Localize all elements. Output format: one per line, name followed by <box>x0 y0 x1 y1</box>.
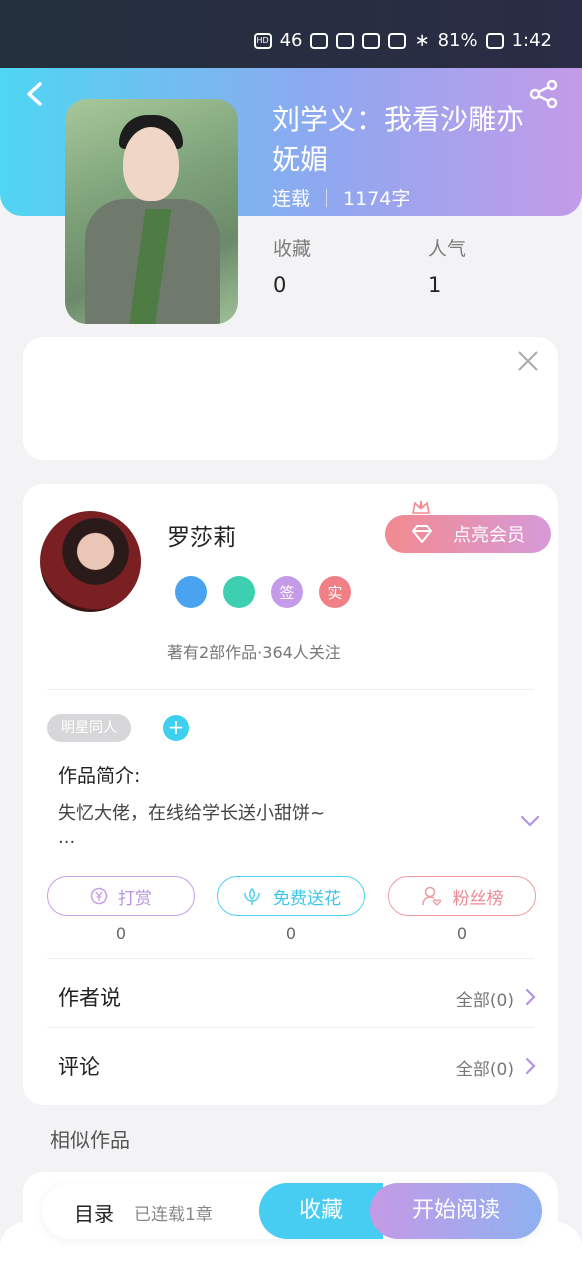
vip-button[interactable]: 点亮会员 <box>385 500 551 553</box>
intro-text: 失忆大佬，在线给学长送小甜饼~ <box>58 803 326 824</box>
divider <box>47 689 534 690</box>
stat-favorites: 收藏 0 <box>273 234 311 297</box>
comments-title: 评论 <box>58 1055 100 1079</box>
eye-icon <box>336 32 355 49</box>
toc-button[interactable]: 目录 <box>74 1198 114 1227</box>
stat-label: 人气 <box>428 238 467 260</box>
author-badges: 签 实 <box>175 576 351 608</box>
book-cover[interactable] <box>65 99 238 324</box>
author-notes-title: 作者说 <box>58 986 121 1010</box>
diamond-icon <box>412 525 432 543</box>
phone-badge-icon <box>175 576 207 608</box>
back-icon[interactable] <box>20 78 50 110</box>
crown-icon <box>412 500 430 514</box>
signal-icon <box>310 32 329 49</box>
network-indicator: 46 <box>279 30 303 51</box>
vip-label: 点亮会员 <box>453 525 525 546</box>
signed-badge: 签 <box>271 576 303 608</box>
battery-percent: 81% <box>437 30 478 51</box>
stat-value: 1 <box>428 273 442 297</box>
book-meta: 连载 1174字 <box>272 184 410 211</box>
yuan-icon <box>90 887 108 905</box>
intro-title: 作品简介: <box>58 765 141 787</box>
stat-value: 0 <box>273 273 287 297</box>
chapter-count: 已连载1章 <box>134 1205 213 1225</box>
book-title: 刘学义：我看沙雕亦妩媚 <box>272 103 525 176</box>
stat-popularity: 人气 1 <box>428 234 466 297</box>
chevron-down-icon[interactable] <box>520 814 540 828</box>
verified-badge: 实 <box>319 576 351 608</box>
clock: 1:42 <box>511 30 552 51</box>
author-summary: 著有2部作品·364人关注 <box>167 643 341 662</box>
add-tag-button[interactable]: + <box>163 715 189 741</box>
chevron-right-icon <box>525 1057 536 1075</box>
tip-label: 打赏 <box>118 888 152 909</box>
divider <box>47 958 534 959</box>
share-icon[interactable] <box>528 78 560 110</box>
status-bar: HD 46 ∗ 81% 1:42 <box>0 0 582 68</box>
fan-icon <box>421 886 441 906</box>
close-icon[interactable] <box>516 349 540 373</box>
meta-divider <box>326 188 328 207</box>
genre-tag[interactable]: 明星同人 <box>47 714 131 742</box>
status-icons: HD 46 ∗ 81% 1:42 <box>253 30 552 51</box>
handshake-badge-icon <box>223 576 255 608</box>
comments-all[interactable]: 全部(0) <box>456 1055 514 1080</box>
tip-button[interactable]: 打赏 <box>47 876 195 916</box>
word-count: 1174字 <box>343 188 411 210</box>
bluetooth-icon: ∗ <box>414 30 430 51</box>
author-notes-all[interactable]: 全部(0) <box>456 986 514 1011</box>
intro-ellipsis: ... <box>58 827 76 848</box>
similar-works-title: 相似作品 <box>50 1128 130 1152</box>
divider <box>47 1027 534 1028</box>
alarm-icon <box>388 32 407 49</box>
stat-label: 收藏 <box>273 238 312 260</box>
author-notes-row[interactable]: 作者说 全部(0) <box>23 964 558 1032</box>
author-avatar[interactable] <box>40 511 141 612</box>
comments-row[interactable]: 评论 全部(0) <box>23 1033 558 1101</box>
send-flower-label: 免费送花 <box>273 888 341 909</box>
start-reading-button[interactable]: 开始阅读 <box>370 1183 542 1239</box>
battery-icon <box>485 32 504 49</box>
nfc-icon <box>362 32 381 49</box>
author-name[interactable]: 罗莎莉 <box>167 518 236 552</box>
favorite-button[interactable]: 收藏 <box>259 1183 383 1239</box>
ad-card <box>23 337 558 460</box>
flower-icon <box>244 887 260 905</box>
hd-icon: HD <box>253 32 272 49</box>
fan-count: 0 <box>456 924 468 943</box>
tip-count: 0 <box>115 924 127 943</box>
chevron-right-icon <box>525 988 536 1006</box>
send-flower-button[interactable]: 免费送花 <box>217 876 365 916</box>
main-card: 罗莎莉 点亮会员 签 实 著有2部作品·364人关注 明星同人 + 作品简介: … <box>23 484 558 1105</box>
fan-ranking-button[interactable]: 粉丝榜 <box>388 876 536 916</box>
fan-ranking-label: 粉丝榜 <box>452 888 504 909</box>
serial-status: 连载 <box>272 188 311 210</box>
flower-count: 0 <box>285 924 297 943</box>
bottom-action-bar: 目录 已连载1章 收藏 开始阅读 <box>42 1183 542 1239</box>
